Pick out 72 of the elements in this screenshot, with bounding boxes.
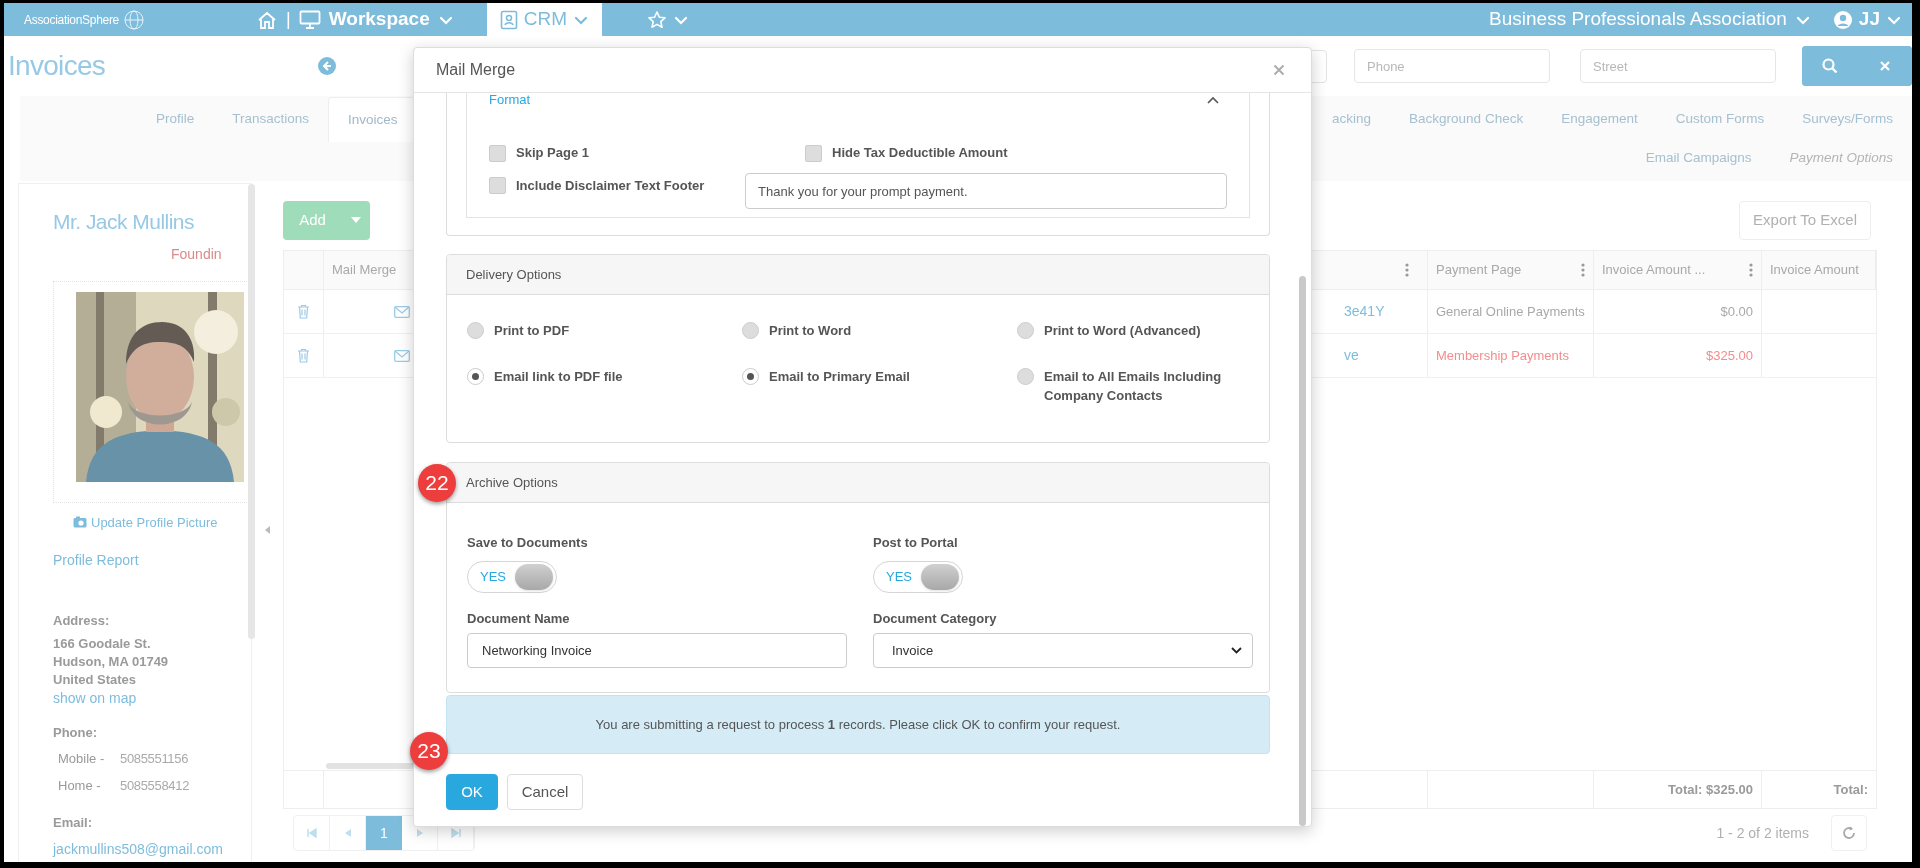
tab[interactable]: acking	[1313, 96, 1391, 142]
map-link[interactable]: show on map	[53, 688, 137, 707]
field-label: Save to Documents	[467, 534, 589, 552]
invoice-link[interactable]: 3e41Y	[1344, 301, 1385, 322]
phone-number: 5085558412	[120, 776, 190, 795]
address-label: Address:	[53, 612, 111, 630]
user-menu[interactable]: JJ	[1832, 5, 1902, 34]
table-cell-text: $0.00	[1720, 302, 1753, 321]
disclaimer-field[interactable]: Thank you for your prompt payment.	[745, 173, 1227, 209]
total-cell-text: Total:	[1833, 780, 1868, 799]
phone-type: Mobile -	[58, 750, 106, 768]
format-link[interactable]: Format	[489, 93, 531, 107]
toggle-switch[interactable]: YES	[467, 560, 557, 593]
dialog-title: Mail Merge	[436, 60, 516, 80]
tab[interactable]: Transactions	[213, 96, 329, 142]
phone-label: Phone:	[53, 723, 99, 742]
tab[interactable]: Surveys/Forms	[1783, 96, 1912, 142]
table-cell-text: Membership Payments	[1436, 346, 1569, 365]
total-cell-text: Total: $325.00	[1667, 780, 1753, 799]
panel-title: Archive Options	[466, 473, 558, 492]
document-category-dropdown[interactable]: Invoice	[873, 633, 1253, 668]
field-label: Post to Portal	[873, 534, 959, 552]
phone-type: Home -	[58, 776, 102, 795]
profile-report-link[interactable]: Profile Report	[53, 550, 251, 571]
crm-tab[interactable]: CRM	[487, 3, 602, 36]
logo-text: AssociationSphere	[24, 11, 119, 29]
invoice-link[interactable]: ve	[1344, 345, 1359, 366]
tab[interactable]: Engagement	[1542, 96, 1657, 142]
organization-menu[interactable]: Business Professionals Association	[1489, 5, 1811, 34]
update-picture-link[interactable]: Update Profile Picture	[73, 512, 251, 532]
page-button[interactable]: 1	[366, 816, 402, 850]
panel-title: Delivery Options	[466, 265, 562, 284]
pager-summary: 1 - 2 of 2 items	[1716, 823, 1809, 843]
radio-option[interactable]: Print to PDF	[467, 321, 742, 340]
toggle-switch[interactable]: YES	[873, 560, 963, 593]
alert-message: You are submitting a request to process 1 records. Please click OK to confirm your request.	[595, 715, 1121, 734]
tab[interactable]: Profile	[137, 96, 214, 142]
column-header: Invoice Amount ...	[1602, 261, 1706, 280]
radio-option[interactable]: Email to All Emails Including Company Contacts	[1017, 367, 1249, 405]
profile-name: Mr. Jack Mullins	[53, 209, 195, 235]
radio-option[interactable]: Print to Word (Advanced)	[1017, 321, 1249, 340]
email-link[interactable]: jackmullins508@gmail.com	[53, 838, 223, 860]
page-title: Invoices	[7, 49, 107, 83]
export-button[interactable]: Export To Excel	[1739, 200, 1871, 240]
phone-number: 5085551156	[120, 750, 189, 768]
search-field[interactable]: Phone	[1354, 49, 1550, 83]
radio-option[interactable]: Email link to PDF file	[467, 367, 742, 405]
column-header: Mail Merge	[331, 261, 398, 280]
separator-text: |	[286, 8, 291, 31]
table-cell-text: General Online Payments	[1436, 302, 1585, 321]
add-button[interactable]: Add	[283, 200, 370, 240]
address-text: 166 Goodale St. Hudson, MA 01749 United States	[53, 634, 170, 689]
cancel-button[interactable]: Cancel	[507, 774, 583, 810]
checkbox[interactable]: Include Disclaimer Text Footer	[489, 176, 745, 196]
ok-button[interactable]: OK	[446, 774, 498, 810]
field-label: Document Category	[873, 609, 998, 628]
column-header: Payment Page	[1436, 261, 1522, 280]
email-label: Email:	[53, 814, 93, 832]
workspace-menu[interactable]: Workspace	[328, 5, 454, 34]
profile-role: Foundin	[170, 244, 223, 264]
checkbox[interactable]: Hide Tax Deductible Amount	[805, 143, 1008, 163]
checkbox[interactable]: Skip Page 1	[489, 143, 805, 163]
tab[interactable]: Custom Forms	[1656, 96, 1784, 142]
field-label: Document Name	[467, 609, 571, 628]
radio-option[interactable]: Print to Word	[742, 321, 1017, 340]
column-header: Invoice Amount	[1770, 261, 1859, 280]
radio-option[interactable]: Email to Primary Email	[742, 367, 1017, 405]
document-name-field[interactable]: Networking Invoice	[467, 633, 847, 668]
table-cell-text: $325.00	[1706, 346, 1753, 365]
search-field[interactable]: Street	[1580, 49, 1776, 83]
tab[interactable]: Background Check	[1390, 96, 1543, 142]
tab[interactable]: Email Campaigns	[1626, 147, 1771, 169]
